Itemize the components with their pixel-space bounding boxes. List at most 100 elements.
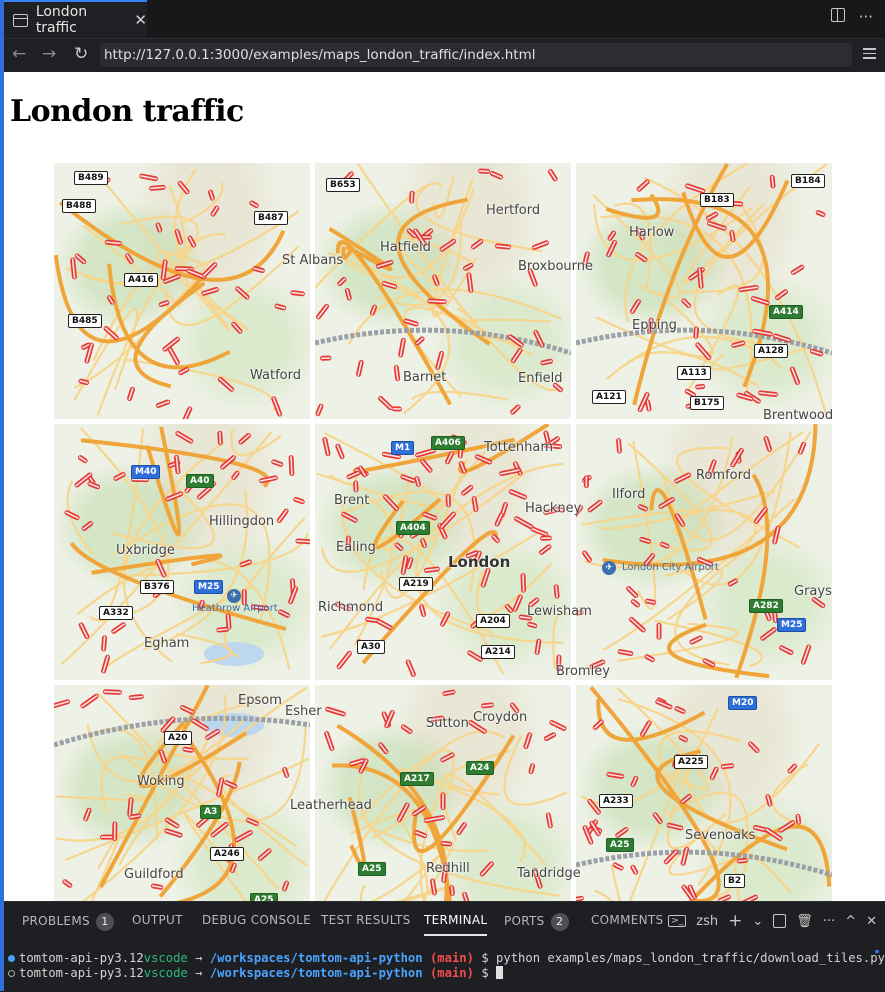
place-label: Harlow	[629, 225, 675, 240]
trash-icon[interactable]: 🗑	[796, 914, 813, 929]
road-label: B488	[62, 199, 96, 213]
place-label: Ealing	[336, 540, 376, 555]
tab-london-traffic[interactable]: London traffic ✕	[4, 0, 147, 38]
road-label: A246	[210, 847, 244, 861]
airport-label: Heathrow Airport	[192, 603, 278, 614]
airport-icon: ✈	[602, 561, 616, 575]
new-terminal-icon[interactable]: +	[728, 911, 742, 931]
reload-icon[interactable]: ↻	[74, 44, 88, 64]
place-label: Esher	[285, 704, 322, 719]
more-actions-icon[interactable]: ···	[859, 8, 873, 26]
road-label: B175	[690, 396, 724, 410]
forward-icon[interactable]: →	[42, 44, 56, 64]
place-label: Redhill	[426, 861, 470, 876]
road-label: B2	[724, 874, 746, 888]
page-heading: London traffic	[10, 94, 244, 129]
place-label: Sutton	[426, 716, 469, 731]
back-icon[interactable]: ←	[12, 44, 26, 64]
menu-icon[interactable]	[863, 48, 876, 62]
tab-terminal[interactable]: TERMINAL	[424, 913, 488, 936]
more-actions-icon[interactable]: ···	[823, 914, 835, 929]
split-terminal-icon[interactable]	[773, 914, 787, 928]
road-label: A25	[250, 893, 278, 901]
shell-name[interactable]: zsh	[696, 914, 718, 929]
road-label: A225	[674, 755, 708, 769]
browser-nav-bar: ← → ↻ http://127.0.0.1:3000/examples/map…	[4, 39, 885, 71]
problems-badge: 1	[95, 913, 114, 931]
road-label: A219	[399, 577, 433, 591]
road-label: A30	[357, 640, 385, 654]
browser-preview-icon	[13, 13, 28, 27]
road-label: B489	[74, 171, 108, 185]
place-label: Hertford	[486, 203, 541, 218]
terminal-line: tomtom-api-py3.12vscode → /workspaces/to…	[8, 951, 885, 965]
place-label: Brent	[334, 493, 370, 508]
maximize-panel-icon[interactable]: ^	[845, 914, 856, 929]
road-label: A204	[476, 614, 510, 628]
place-label: Bromley	[556, 664, 610, 679]
road-label: A282	[749, 599, 783, 613]
terminal-cursor	[496, 966, 504, 979]
place-label: Leatherhead	[290, 798, 372, 813]
place-label: Broxbourne	[518, 259, 594, 274]
road-label: A332	[99, 606, 133, 620]
road-label: M25	[194, 580, 224, 594]
road-label: M40	[131, 465, 161, 479]
place-label: Hackney	[525, 501, 582, 516]
road-label: A406	[431, 436, 465, 450]
bottom-panel: PROBLEMS 1 OUTPUT DEBUG CONSOLE TEST RESU…	[4, 901, 885, 992]
road-label: A128	[754, 344, 788, 358]
tab-comments[interactable]: COMMENTS	[591, 913, 663, 927]
tab-test-results[interactable]: TEST RESULTS	[321, 913, 411, 927]
panel-tabs: PROBLEMS 1 OUTPUT DEBUG CONSOLE TEST RESU…	[4, 902, 885, 938]
terminal-icon: >_	[668, 915, 687, 927]
place-label: Tottenham	[484, 440, 553, 455]
airport-label: London City Airport	[622, 562, 719, 573]
split-editor-icon[interactable]	[830, 8, 845, 22]
road-label: A24	[466, 761, 494, 775]
road-label: B485	[68, 314, 102, 328]
url-input[interactable]: http://127.0.0.1:3000/examples/maps_lond…	[100, 43, 852, 67]
place-label: Guildford	[124, 867, 184, 882]
road-label: A40	[186, 474, 214, 488]
road-label: A414	[769, 305, 803, 319]
place-label: Epsom	[238, 693, 282, 708]
terminal-line: tomtom-api-py3.12vscode → /workspaces/to…	[8, 966, 504, 980]
place-label: Woking	[137, 774, 185, 789]
place-label: Croydon	[473, 710, 528, 725]
tab-ports[interactable]: PORTS 2	[504, 913, 569, 931]
map-tile	[576, 685, 832, 901]
road-label: M1	[391, 441, 415, 455]
place-label: St Albans	[282, 253, 344, 268]
tab-output[interactable]: OUTPUT	[132, 913, 183, 927]
place-label: Epping	[632, 318, 677, 333]
place-label: Hatfield	[380, 240, 431, 255]
command-status-icon	[8, 955, 15, 962]
road-label: B376	[140, 580, 174, 594]
road-label: M25	[777, 618, 807, 632]
place-label: Barnet	[403, 370, 447, 385]
place-label: Romford	[696, 468, 751, 483]
place-label: Grays	[794, 584, 832, 599]
close-tab-icon[interactable]: ✕	[134, 11, 147, 29]
tab-title: London traffic	[35, 4, 88, 36]
traffic-map: B489 B488 B487 A416 B485 B653 B183 B184 A414 A128…	[54, 163, 833, 901]
tab-problems[interactable]: PROBLEMS 1	[22, 913, 114, 931]
place-label: Uxbridge	[116, 543, 175, 558]
tab-debug-console[interactable]: DEBUG CONSOLE	[202, 913, 311, 927]
chevron-down-icon[interactable]: ⌄	[752, 914, 763, 929]
road-label: A121	[592, 390, 626, 404]
road-label: B183	[700, 193, 734, 207]
scroll-marker	[875, 950, 879, 953]
web-page: London traffic B489 B488 B487 A416 B485 B653 B…	[4, 72, 885, 901]
place-label: Lewisham	[527, 604, 592, 619]
close-panel-icon[interactable]: ✕	[866, 914, 877, 929]
place-label: Brentwood	[763, 408, 834, 423]
command-status-icon	[8, 970, 15, 977]
place-label: Egham	[144, 636, 190, 651]
ports-badge: 2	[550, 913, 569, 931]
road-label: A404	[396, 521, 430, 535]
road-label: A113	[677, 366, 711, 380]
road-label: A416	[124, 273, 158, 287]
place-label: London	[448, 553, 511, 571]
